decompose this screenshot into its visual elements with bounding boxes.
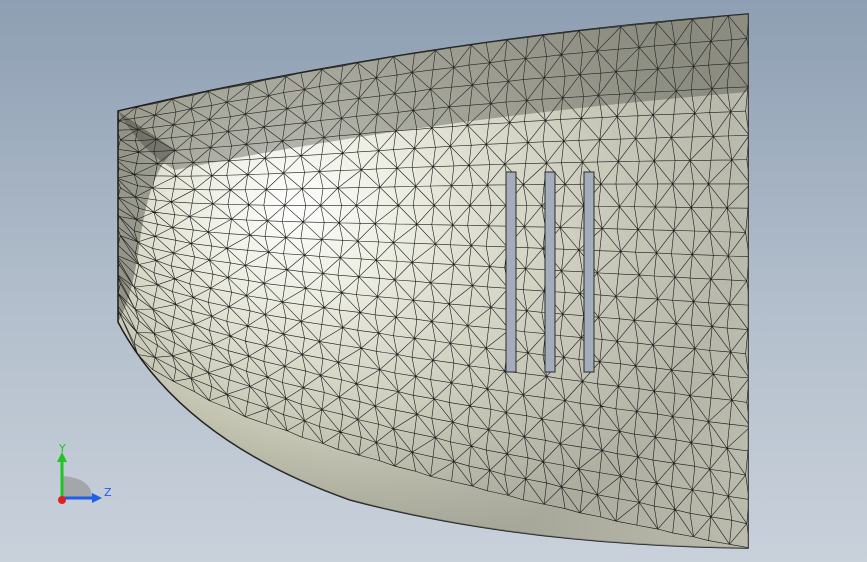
y-axis-label: Y xyxy=(58,442,66,455)
triad-plane-icon xyxy=(62,476,92,498)
mesh-shell[interactable] xyxy=(116,13,751,549)
slot[interactable] xyxy=(583,171,595,373)
reference-triad: Y Z xyxy=(57,442,112,504)
x-axis-icon xyxy=(58,496,66,504)
graphics-viewport[interactable] xyxy=(0,0,867,562)
slot[interactable] xyxy=(544,171,556,373)
z-axis-label: Z xyxy=(104,486,112,499)
slot[interactable] xyxy=(505,171,517,373)
z-arrow-icon xyxy=(92,493,102,503)
